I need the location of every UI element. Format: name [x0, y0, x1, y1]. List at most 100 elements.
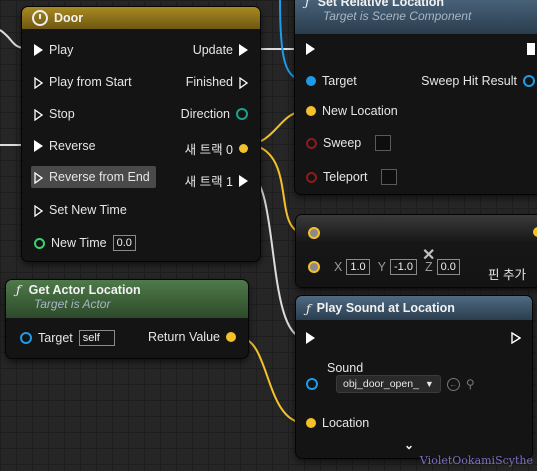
node-title: Set Relative Location [317, 0, 445, 9]
pin-set-new-time[interactable]: Set New Time [34, 203, 127, 217]
struct-pin-icon [523, 75, 535, 87]
target-input[interactable]: self [78, 330, 115, 346]
add-pin-button[interactable]: 핀 추가 [488, 264, 526, 283]
pin-label: 새 트랙 1 [184, 175, 233, 189]
pin-vector-out[interactable] [533, 227, 537, 237]
vector-pin-icon [306, 106, 316, 116]
sound-asset-dropdown[interactable]: obj_door_open_ ▼ [336, 375, 441, 393]
exec-pin-icon [34, 140, 43, 152]
z-input[interactable]: 0.0 [436, 259, 460, 275]
play-sound-at-location-node[interactable]: ƒ Play Sound at Location Sound obj_door_… [296, 296, 532, 458]
get-actor-location-header[interactable]: ƒ Get Actor Location Target is Actor [6, 280, 248, 318]
pin-sweep-hit-result[interactable]: Sweep Hit Result [421, 74, 535, 88]
pin-label: Target [322, 74, 357, 88]
pin-direction[interactable]: Direction [181, 107, 248, 121]
timeline-header[interactable]: Door [22, 7, 260, 29]
pin-finished[interactable]: Finished [186, 75, 248, 89]
clock-icon [32, 10, 48, 26]
pin-label: Set New Time [49, 203, 127, 217]
pin-new-location[interactable]: New Location [306, 104, 398, 118]
vector-fields[interactable]: X 1.0 Y -1.0 Z 0.0 [308, 259, 460, 275]
timeline-node[interactable]: Door Play Play from Start Stop Reverse R… [22, 7, 260, 261]
vector-pin-icon [306, 418, 316, 428]
bool-pin-icon [306, 137, 317, 149]
node-title: Get Actor Location [28, 282, 141, 297]
function-icon: ƒ [306, 300, 311, 316]
use-selected-icon[interactable]: ← [446, 377, 460, 391]
sound-label-row: Sound [327, 361, 363, 375]
pin-sweep[interactable]: Sweep [306, 135, 392, 151]
exec-pin-icon [239, 44, 248, 56]
vector-pin-icon [308, 261, 320, 273]
pin-label: Finished [185, 75, 233, 89]
pin-label: Reverse from End [49, 170, 150, 184]
vector-pin-icon [239, 144, 248, 153]
watermark: VioletOokamiScythe [419, 454, 533, 467]
exec-pin-hollow-icon [34, 76, 43, 89]
pin-label: Sweep Hit Result [421, 74, 517, 88]
pin-label: Return Value [147, 330, 220, 344]
pin-exec-out[interactable] [511, 332, 521, 344]
pin-label: Play from Start [49, 75, 132, 89]
pin-new-time[interactable]: New Time 0.0 [34, 235, 136, 251]
exec-pin-icon [306, 43, 315, 55]
y-input[interactable]: -1.0 [389, 259, 417, 275]
vector-pin-icon [533, 227, 537, 237]
vector-pin-icon [308, 227, 320, 239]
pin-play[interactable]: Play [34, 43, 73, 57]
search-icon[interactable]: ⚲ [466, 377, 475, 391]
pin-return-value[interactable]: Return Value [148, 330, 236, 344]
pin-track-0[interactable]: 새 트랙 0 [185, 139, 248, 158]
pin-target[interactable]: Target [306, 74, 357, 88]
function-icon: ƒ [305, 0, 310, 9]
pin-label: New Time [51, 236, 107, 250]
pin-label: New Location [322, 104, 398, 118]
play-sound-header[interactable]: ƒ Play Sound at Location [296, 296, 532, 320]
pin-exec-in[interactable] [306, 43, 315, 55]
teleport-checkbox[interactable] [381, 169, 398, 185]
sweep-checkbox[interactable] [375, 135, 392, 151]
y-label: Y [377, 260, 386, 274]
node-subtitle: Target is Scene Component [323, 9, 472, 23]
new-time-input[interactable]: 0.0 [112, 235, 136, 251]
object-pin-icon [20, 332, 32, 344]
exec-pin-icon [239, 174, 248, 187]
exec-pin-icon [527, 43, 535, 55]
pin-sound[interactable]: obj_door_open_ ▼ ← ⚲ [306, 375, 475, 393]
z-label: Z [424, 260, 433, 274]
pin-stop[interactable]: Stop [34, 107, 75, 121]
exec-pin-hollow-icon [34, 171, 43, 184]
node-title: Play Sound at Location [316, 301, 455, 315]
pin-play-from-start[interactable]: Play from Start [34, 75, 132, 89]
direction-pin-icon [236, 108, 248, 120]
make-vector-node[interactable]: ✕ X 1.0 Y -1.0 Z 0.0 핀 추가 [296, 215, 537, 287]
pin-track-1[interactable]: 새 트랙 1 [185, 171, 248, 190]
get-actor-location-node[interactable]: ƒ Get Actor Location Target is Actor Tar… [6, 280, 248, 358]
pin-target[interactable]: Target self [20, 330, 115, 346]
exec-pin-icon [306, 332, 315, 344]
pin-exec-out[interactable] [527, 43, 535, 55]
pin-label: 새 트랙 0 [184, 143, 233, 157]
set-relative-location-node[interactable]: ƒ Set Relative Location Target is Scene … [295, 0, 537, 194]
vector-pin-icon [226, 332, 236, 342]
pin-teleport[interactable]: Teleport [306, 169, 398, 185]
pin-reverse[interactable]: Reverse [34, 139, 96, 153]
pin-label: Direction [180, 107, 230, 121]
set-relative-location-header[interactable]: ƒ Set Relative Location Target is Scene … [295, 0, 537, 34]
pin-location[interactable]: Location [306, 416, 369, 430]
pin-label: Reverse [49, 139, 96, 153]
expand-chevron-icon[interactable]: ⌄ [404, 438, 414, 452]
bool-pin-icon [306, 171, 317, 183]
pin-label: Sweep [323, 136, 362, 150]
pin-vector-in[interactable] [308, 227, 320, 239]
x-label: X [334, 260, 343, 274]
pin-reverse-from-end[interactable]: Reverse from End [31, 166, 156, 188]
object-pin-icon [306, 76, 316, 86]
pin-label: Play [49, 43, 74, 57]
pin-exec-in[interactable] [306, 332, 315, 344]
x-input[interactable]: 1.0 [346, 259, 370, 275]
pin-update[interactable]: Update [193, 43, 248, 57]
pin-label: Update [192, 43, 233, 57]
exec-pin-hollow-icon [239, 76, 248, 89]
node-subtitle: Target is Actor [34, 297, 111, 311]
